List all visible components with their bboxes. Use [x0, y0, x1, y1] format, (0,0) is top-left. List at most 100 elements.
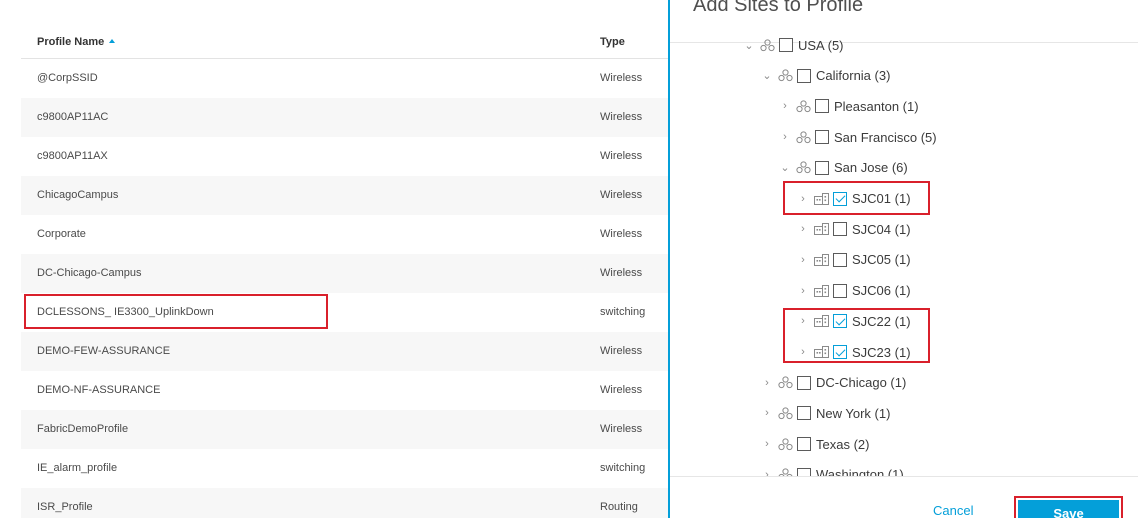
chevron-down-icon[interactable]: ⌄: [780, 161, 790, 174]
tree-node-sjc22[interactable]: › SJC22 (1): [798, 306, 911, 336]
building-icon: [814, 222, 829, 236]
site-checkbox[interactable]: [815, 130, 829, 145]
profile-name-cell: IE_alarm_profile: [37, 462, 118, 474]
table-header: Profile Name Type: [21, 22, 668, 59]
site-checkbox[interactable]: [779, 38, 793, 52]
chevron-down-icon[interactable]: ⌄: [762, 69, 772, 82]
profile-type-cell: Wireless: [600, 189, 643, 201]
table-row[interactable]: DEMO-NF-ASSURANCE Wireless: [21, 371, 668, 410]
site-tree: ⌄ USA (5) ⌄ California (3) › Pleasanton (1) › S…: [670, 30, 1138, 476]
profile-name-cell: DEMO-NF-ASSURANCE: [37, 384, 161, 396]
profile-type-cell: Wireless: [600, 72, 643, 84]
table-row[interactable]: ChicagoCampus Wireless: [21, 176, 668, 215]
profile-name-cell: DC-Chicago-Campus: [37, 267, 142, 279]
profile-type-cell: switching: [600, 462, 646, 474]
table-row[interactable]: DEMO-FEW-ASSURANCE Wireless: [21, 332, 668, 371]
profile-name-cell: DEMO-FEW-ASSURANCE: [37, 345, 171, 357]
profile-type-cell: Routing: [600, 501, 638, 513]
save-button[interactable]: Save: [1018, 500, 1119, 518]
site-checkbox[interactable]: [833, 191, 847, 206]
site-area-icon: [778, 376, 793, 390]
tree-node-sjc01[interactable]: › SJC01 (1): [798, 184, 911, 214]
site-checkbox[interactable]: [797, 437, 811, 452]
profile-name-cell: ChicagoCampus: [37, 189, 119, 201]
table-row[interactable]: @CorpSSID Wireless: [21, 59, 668, 98]
tree-node-san-jose[interactable]: ⌄ San Jose (6): [780, 153, 907, 183]
chevron-down-icon[interactable]: ⌄: [744, 39, 754, 52]
column-header-profile-name[interactable]: Profile Name: [37, 36, 116, 48]
site-area-icon: [778, 406, 793, 420]
tree-node-label: Pleasanton (1): [834, 98, 919, 114]
site-checkbox[interactable]: [797, 467, 811, 476]
chevron-right-icon[interactable]: ›: [762, 438, 772, 450]
chevron-right-icon[interactable]: ›: [762, 377, 772, 389]
chevron-right-icon[interactable]: ›: [798, 285, 808, 297]
cancel-button[interactable]: Cancel: [933, 503, 973, 518]
profile-name-cell: FabricDemoProfile: [37, 423, 129, 435]
site-checkbox[interactable]: [797, 375, 811, 390]
chevron-right-icon[interactable]: ›: [780, 100, 790, 112]
tree-node-texas[interactable]: › Texas (2): [762, 429, 869, 459]
chevron-right-icon[interactable]: ›: [762, 469, 772, 476]
tree-node-san-francisco[interactable]: › San Francisco (5): [780, 122, 937, 152]
tree-node-label: SJC01 (1): [852, 191, 911, 206]
site-checkbox[interactable]: [815, 99, 829, 114]
site-checkbox[interactable]: [797, 406, 811, 421]
column-header-label: Profile Name: [37, 36, 105, 48]
profile-name-cell: Corporate: [37, 228, 86, 240]
table-row[interactable]: Corporate Wireless: [21, 215, 668, 254]
table-row[interactable]: DCLESSONS_ IE3300_UplinkDown switching: [21, 293, 668, 332]
chevron-right-icon[interactable]: ›: [798, 223, 808, 235]
profile-name-cell: c9800AP11AX: [37, 150, 108, 162]
tree-node-sjc04[interactable]: › SJC04 (1): [798, 214, 910, 244]
tree-node-pleasanton[interactable]: › Pleasanton (1): [780, 91, 919, 121]
tree-node-label: San Francisco (5): [834, 129, 937, 145]
site-checkbox[interactable]: [797, 68, 811, 83]
chevron-right-icon[interactable]: ›: [780, 131, 790, 143]
tree-node-label: SJC22 (1): [852, 313, 911, 329]
chevron-right-icon[interactable]: ›: [798, 346, 808, 358]
table-row[interactable]: IE_alarm_profile switching: [21, 449, 668, 488]
profile-type-cell: Wireless: [600, 423, 643, 435]
chevron-right-icon[interactable]: ›: [762, 407, 772, 419]
table-row[interactable]: ISR_Profile Routing: [21, 488, 668, 518]
drawer-title: Add Sites to Profile: [693, 0, 864, 16]
site-area-icon: [796, 130, 811, 144]
tree-node-washington[interactable]: › Washington (1): [762, 460, 904, 476]
tree-node-label: New York (1): [816, 405, 891, 421]
tree-node-california[interactable]: ⌄ California (3): [762, 61, 890, 91]
site-checkbox[interactable]: [815, 160, 829, 175]
drawer-footer: Cancel Save: [670, 476, 1138, 518]
tree-node-usa[interactable]: ⌄ USA (5): [744, 30, 843, 60]
chevron-right-icon[interactable]: ›: [798, 193, 808, 205]
tree-node-new-york[interactable]: › New York (1): [762, 398, 890, 428]
table-row[interactable]: c9800AP11AC Wireless: [21, 98, 668, 137]
profile-type-cell: Wireless: [600, 345, 643, 357]
tree-node-sjc23[interactable]: › SJC23 (1): [798, 337, 911, 367]
building-icon: [814, 192, 829, 206]
add-sites-drawer: Add Sites to Profile ⌄ USA (5) ⌄ California…: [668, 0, 1138, 518]
tree-node-label: DC-Chicago (1): [816, 375, 907, 391]
site-checkbox[interactable]: [833, 283, 847, 298]
tree-node-sjc05[interactable]: › SJC05 (1): [798, 245, 911, 275]
site-checkbox[interactable]: [833, 222, 847, 237]
tree-node-label: SJC23 (1): [852, 344, 911, 360]
tree-node-sjc06[interactable]: › SJC06 (1): [798, 276, 910, 306]
table-row[interactable]: DC-Chicago-Campus Wireless: [21, 254, 668, 293]
tree-node-label: SJC05 (1): [852, 252, 911, 268]
chevron-right-icon[interactable]: ›: [798, 315, 808, 327]
site-checkbox[interactable]: [833, 314, 847, 329]
site-area-icon: [778, 69, 793, 83]
chevron-right-icon[interactable]: ›: [798, 254, 808, 266]
site-checkbox[interactable]: [833, 252, 847, 267]
tree-node-dc-chicago[interactable]: › DC-Chicago (1): [762, 368, 906, 398]
table-row[interactable]: c9800AP11AX Wireless: [21, 137, 668, 176]
profile-name-cell: DCLESSONS_ IE3300_UplinkDown: [37, 306, 214, 318]
column-header-type[interactable]: Type: [600, 36, 625, 48]
table-row[interactable]: FabricDemoProfile Wireless: [21, 410, 668, 449]
check-icon: [835, 315, 845, 326]
site-area-icon: [778, 468, 793, 476]
profile-table: Profile Name Type @CorpSSID Wireless c9800…: [0, 0, 668, 518]
tree-node-label: Washington (1): [816, 467, 904, 476]
site-checkbox[interactable]: [833, 345, 847, 359]
